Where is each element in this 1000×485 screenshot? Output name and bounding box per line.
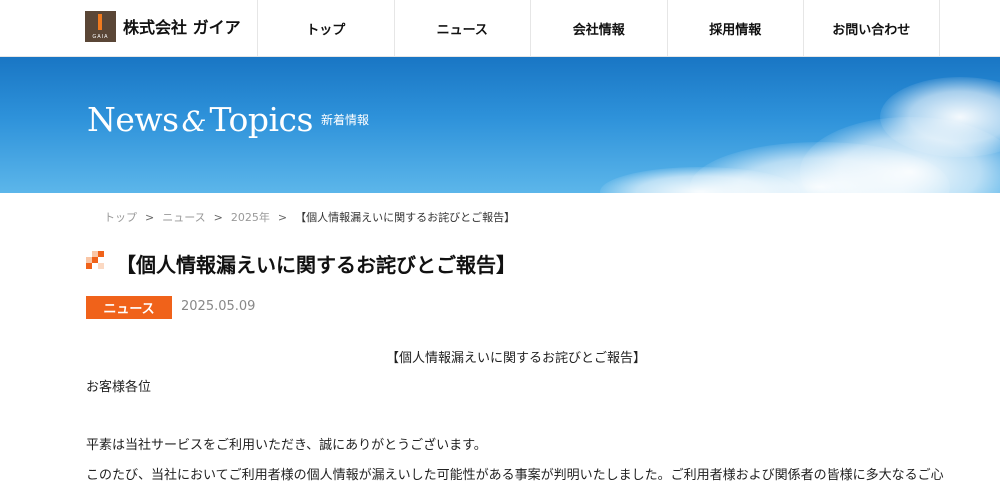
article-heading: 【個人情報漏えいに関するお詫びとご報告】: [385, 351, 646, 366]
company-name: 株式会社 ガイア: [123, 18, 241, 37]
salutation: お客様各位: [86, 380, 152, 395]
category-badge[interactable]: ニュース: [86, 296, 172, 319]
logo-mark: GAIA: [85, 10, 116, 42]
breadcrumb-top[interactable]: トップ: [104, 209, 137, 225]
breadcrumb-separator: >: [145, 210, 155, 224]
hero-banner: News & Topics 新着情報: [0, 57, 1000, 193]
breadcrumb-separator: >: [213, 210, 223, 224]
hero-title-news: News: [87, 100, 179, 139]
breadcrumb: トップ > ニュース > 2025年 > 【個人情報漏えいに関するお詫びとご報告…: [104, 209, 515, 225]
logo-bar: [98, 13, 102, 30]
breadcrumb-current: 【個人情報漏えいに関するお詫びとご報告】: [295, 211, 516, 224]
paragraph: このたび、当社においてご利用者様の個人情報が漏えいした可能性がある事案が判明いた…: [86, 468, 944, 483]
nav-item-news[interactable]: ニュース: [393, 0, 531, 57]
paragraph: 平素は当社サービスをご利用いただき、誠にありがとうございます。: [86, 438, 487, 453]
post-date: 2025.05.09: [181, 299, 256, 314]
logo[interactable]: GAIA 株式会社 ガイア: [85, 10, 241, 42]
nav-item-contact[interactable]: お問い合わせ: [803, 0, 940, 57]
global-nav: トップ ニュース 会社情報 採用情報 お問い合わせ: [257, 0, 940, 57]
hero-subtitle: 新着情報: [320, 113, 369, 127]
nav-item-top[interactable]: トップ: [257, 0, 394, 57]
nav-item-recruit[interactable]: 採用情報: [666, 0, 804, 57]
hero-title: News & Topics 新着情報: [87, 103, 369, 136]
breadcrumb-separator: >: [277, 210, 288, 224]
title-mosaic-icon: [86, 251, 104, 269]
nav-item-company[interactable]: 会社情報: [530, 0, 667, 57]
breadcrumb-news[interactable]: ニュース: [162, 209, 205, 225]
logo-text: GAIA: [92, 33, 109, 40]
site-header: GAIA 株式会社 ガイア トップ ニュース 会社情報 採用情報 お問い合わせ: [0, 0, 1000, 57]
hero-title-amp: &: [181, 105, 207, 138]
page-title: 【個人情報漏えいに関するお詫びとご報告】: [116, 253, 516, 277]
hero-title-topics: Topics: [209, 100, 314, 139]
breadcrumb-year[interactable]: 2025年: [231, 209, 270, 225]
